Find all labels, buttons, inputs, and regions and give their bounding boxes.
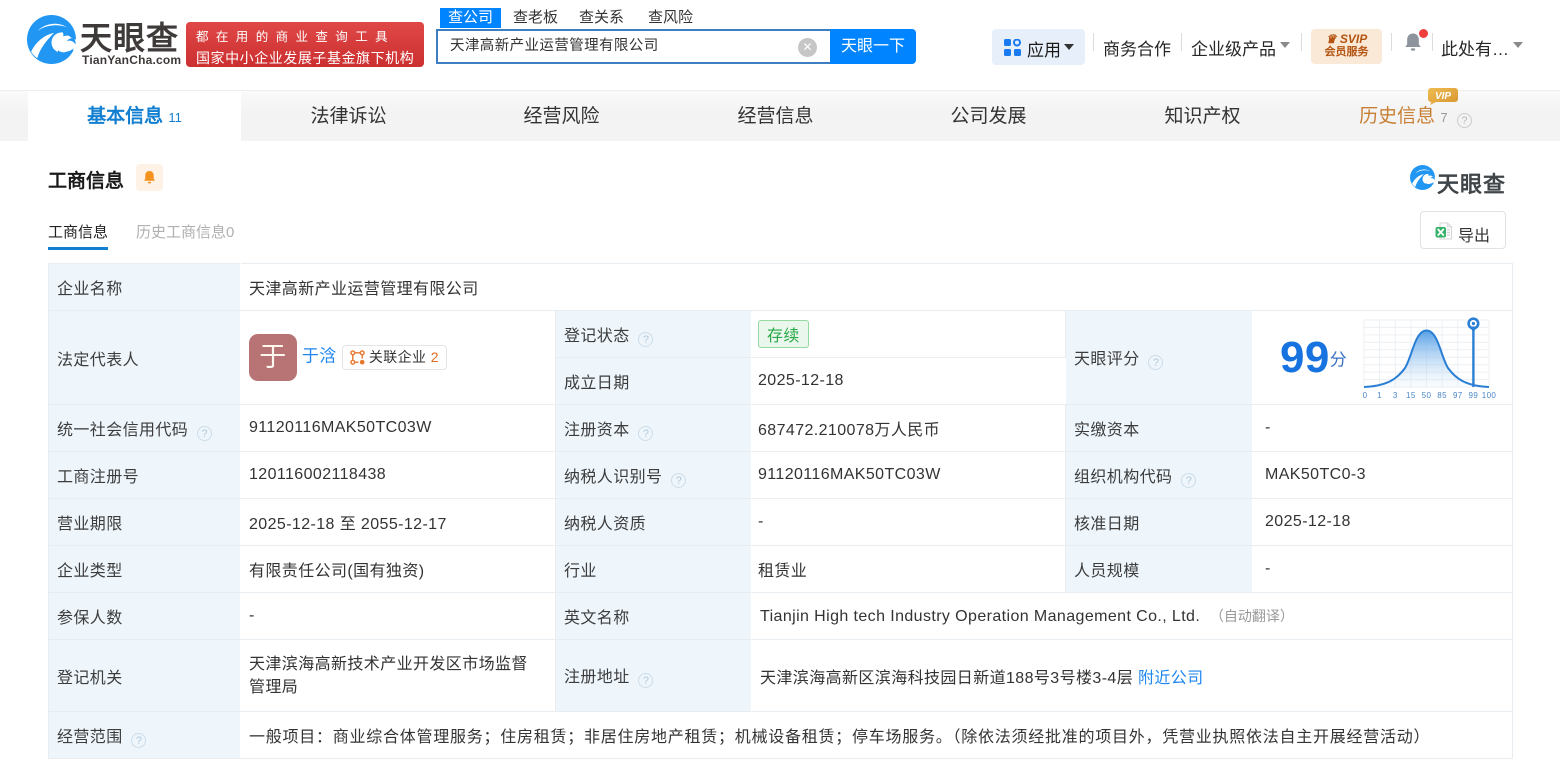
svg-text:15: 15 [1406, 391, 1416, 400]
svg-text:97: 97 [1453, 391, 1463, 400]
svg-text:99: 99 [1469, 391, 1479, 400]
svg-text:50: 50 [1422, 391, 1432, 400]
svg-text:1: 1 [1377, 391, 1382, 400]
svg-text:3: 3 [1393, 391, 1398, 400]
svg-text:VIP: VIP [1435, 91, 1451, 102]
svg-text:0: 0 [1363, 391, 1368, 400]
svg-text:100: 100 [1482, 391, 1497, 400]
svg-text:85: 85 [1437, 391, 1447, 400]
